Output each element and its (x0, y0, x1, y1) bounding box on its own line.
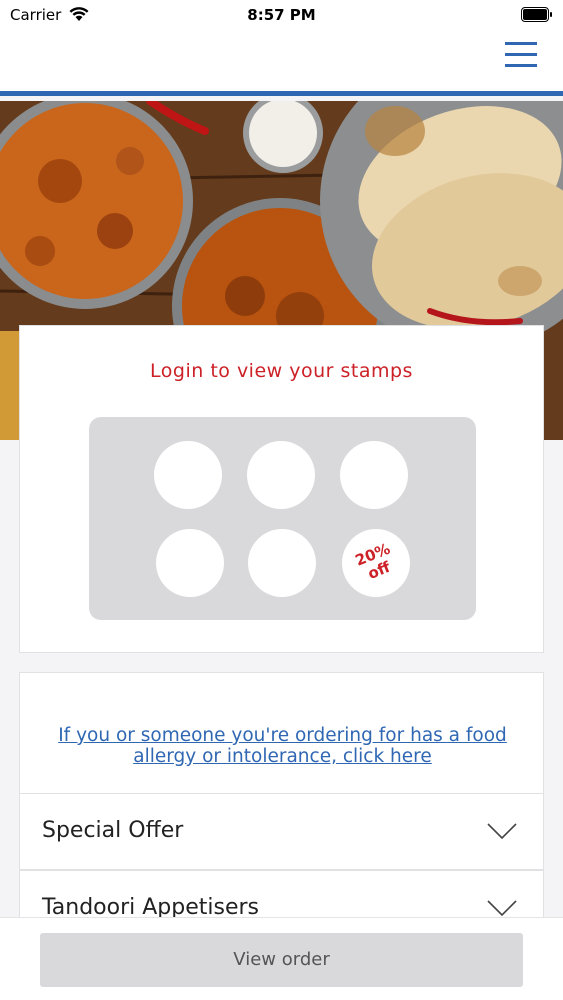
stamp-reward: 20% off (342, 529, 410, 597)
reward-label: 20% off (352, 539, 393, 583)
category-special-offer[interactable]: Special Offer (19, 793, 544, 870)
hamburger-menu-icon[interactable] (505, 42, 537, 72)
stamp-slot-5 (248, 529, 316, 597)
view-order-button[interactable]: View order (40, 933, 523, 987)
battery-icon (521, 7, 552, 22)
category-label: Special Offer (42, 818, 184, 843)
footer-bar: View order (0, 917, 563, 1000)
stamp-slot-1 (154, 441, 222, 509)
stamp-card: Login to view your stamps 20% off (19, 325, 544, 653)
clock: 8:57 PM (247, 6, 316, 24)
app-header (0, 30, 563, 96)
stamp-slot-2 (247, 441, 315, 509)
stamp-slot-3 (340, 441, 408, 509)
allergy-info-link[interactable]: If you or someone you're ordering for ha… (40, 725, 525, 767)
stamp-grid: 20% off (89, 417, 476, 620)
login-stamps-link[interactable]: Login to view your stamps (20, 360, 543, 382)
allergy-card: If you or someone you're ordering for ha… (19, 672, 544, 794)
chevron-down-icon (487, 823, 517, 840)
chevron-down-icon (487, 900, 517, 917)
status-bar: Carrier 8:57 PM (0, 0, 563, 30)
stamp-slot-4 (156, 529, 224, 597)
